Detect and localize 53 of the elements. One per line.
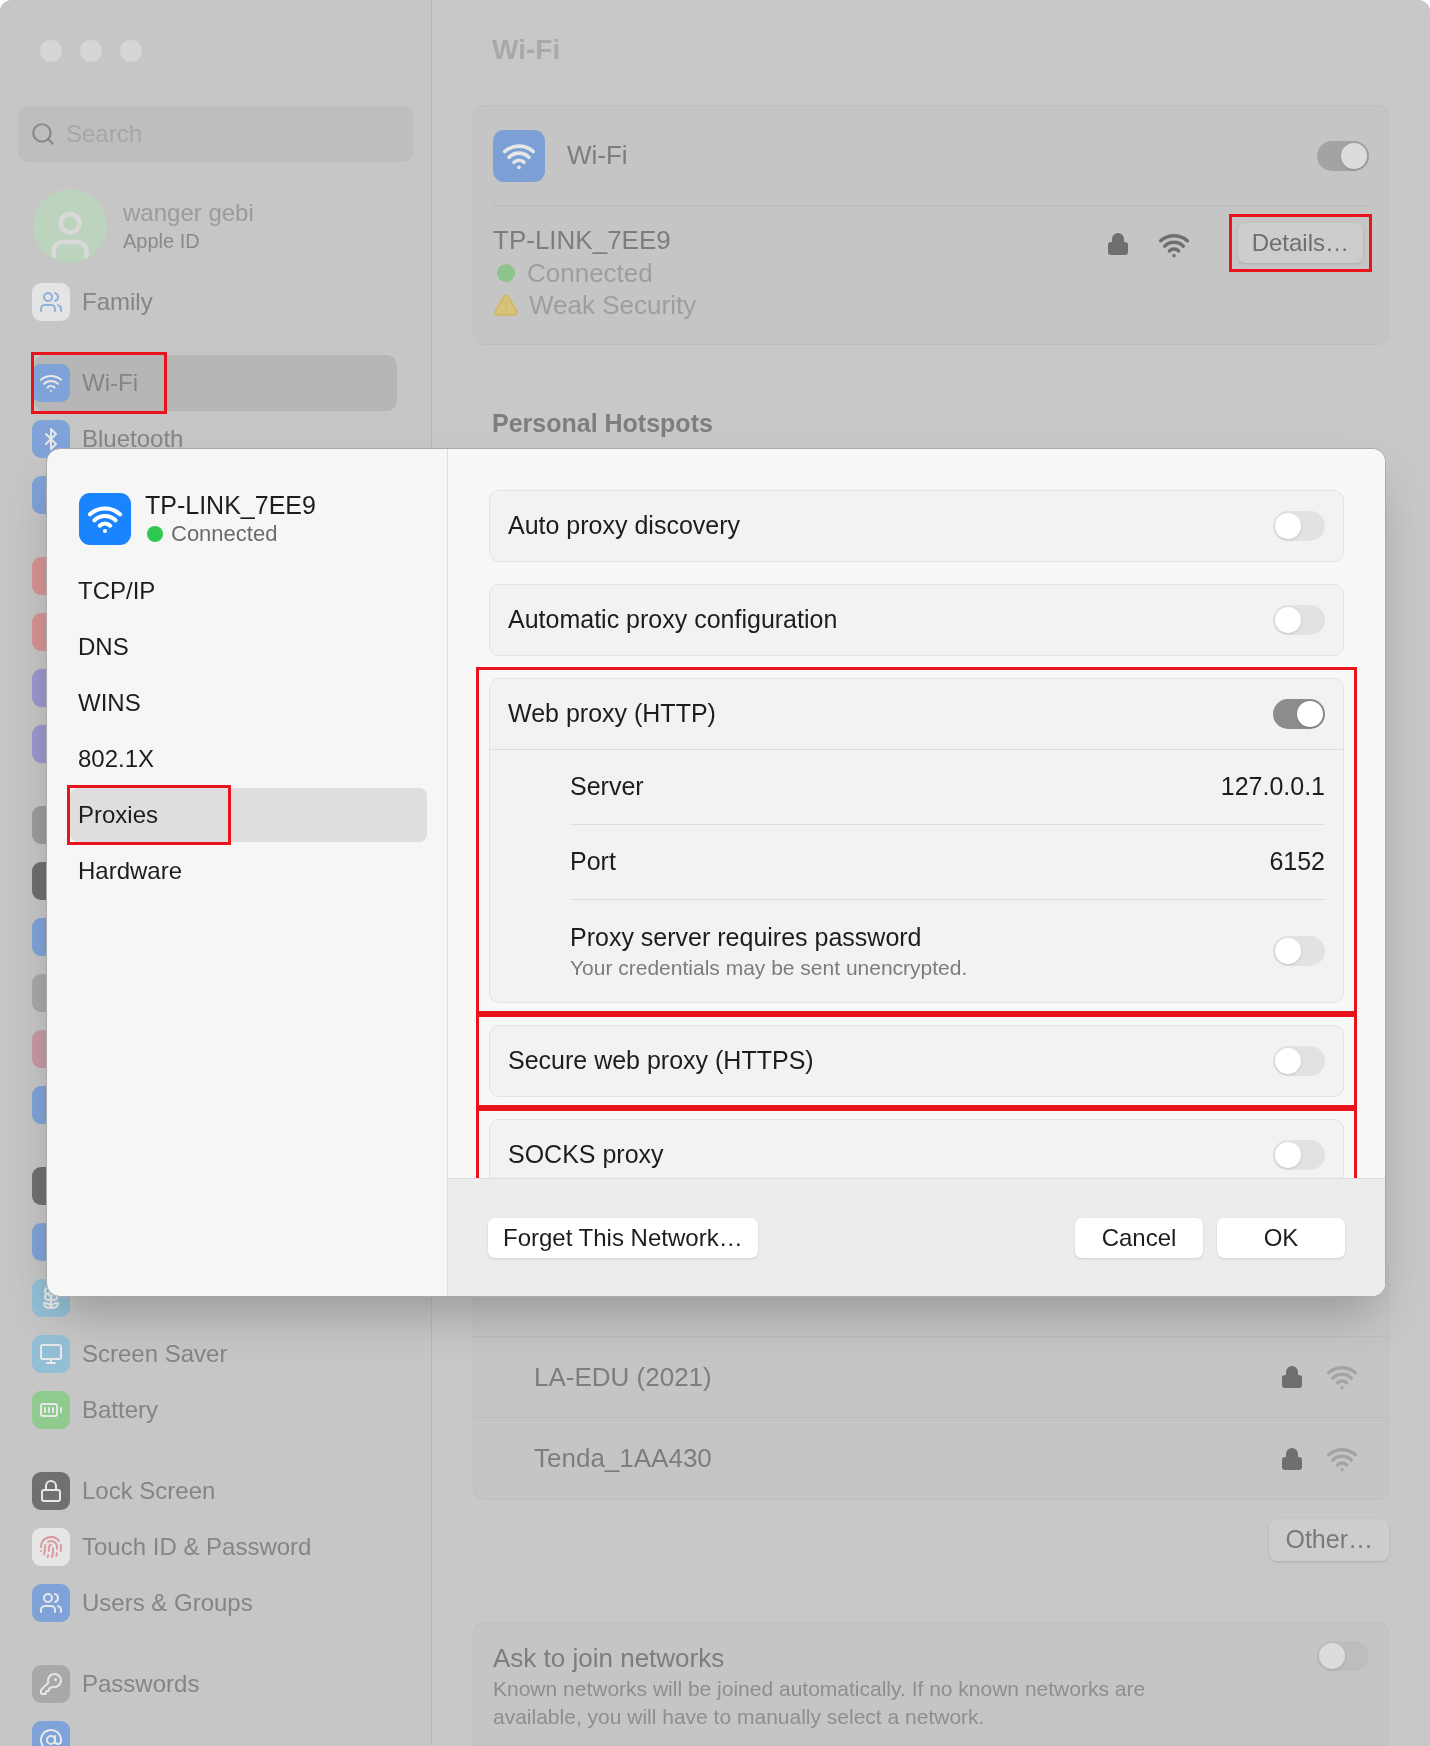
- warning-icon: [493, 292, 519, 318]
- network-row[interactable]: LA-EDU (2021): [474, 1337, 1388, 1418]
- nav-item[interactable]: WINS: [70, 676, 427, 730]
- toggle-switch[interactable]: [1317, 1641, 1369, 1671]
- proxy-label: SOCKS proxy: [508, 1139, 665, 1171]
- account-subtitle: Apple ID: [123, 229, 201, 254]
- toggle-switch[interactable]: [1273, 511, 1325, 541]
- lock-icon: [1105, 231, 1130, 257]
- sidebar-item[interactable]: Screen Saver: [34, 1326, 397, 1382]
- wifi-label: Wi-Fi: [567, 139, 629, 172]
- nav-item[interactable]: TCP/IP: [70, 564, 427, 618]
- nav-item[interactable]: Hardware: [70, 844, 427, 898]
- toggle-switch[interactable]: [1317, 140, 1369, 171]
- lock-icon: [1280, 1445, 1304, 1472]
- toggle-switch[interactable]: [1273, 1046, 1325, 1076]
- network-row[interactable]: Tenda_1AA430: [474, 1418, 1388, 1499]
- toggle-switch[interactable]: [1273, 699, 1325, 729]
- ask-join-label: Ask to join networks: [493, 1642, 726, 1675]
- nav-item[interactable]: DNS: [70, 620, 427, 674]
- forget-network-button[interactable]: Forget This Network…: [488, 1217, 758, 1258]
- field-label: Proxy server requires password: [570, 922, 923, 953]
- wifi-icon: [79, 493, 131, 545]
- details-button[interactable]: Details…: [1237, 223, 1363, 263]
- sidebar-item[interactable]: Family: [34, 274, 397, 330]
- network-status: Connected: [171, 520, 278, 548]
- proxy-label: Auto proxy discovery: [508, 510, 742, 542]
- field-label: Server: [570, 771, 645, 803]
- sidebar-item[interactable]: Users & Groups: [34, 1575, 397, 1631]
- server-value[interactable]: 127.0.0.1: [1220, 768, 1325, 806]
- sidebar-item[interactable]: Passwords: [34, 1656, 397, 1712]
- field-note: Your credentials may be sent unencrypted.: [570, 955, 969, 981]
- other-button[interactable]: Other…: [1269, 1519, 1389, 1561]
- search-icon: [30, 121, 56, 147]
- network-name: TP-LINK_7EE9: [493, 224, 672, 257]
- toggle-switch[interactable]: [1273, 936, 1325, 966]
- proxy-label: Secure web proxy (HTTPS): [508, 1045, 815, 1077]
- proxy-label: Web proxy (HTTP): [508, 698, 717, 730]
- sidebar-item[interactable]: Battery: [34, 1382, 397, 1438]
- network-name: TP-LINK_7EE9: [145, 490, 316, 520]
- lock-icon: [1280, 1364, 1304, 1390]
- nav-item[interactable]: Proxies: [70, 788, 427, 842]
- cancel-button[interactable]: Cancel: [1075, 1217, 1203, 1258]
- proxy-label: Automatic proxy configuration: [508, 604, 839, 636]
- port-value[interactable]: 6152: [1269, 843, 1325, 881]
- toggle-switch[interactable]: [1273, 605, 1325, 635]
- sidebar-item[interactable]: Lock Screen: [34, 1463, 397, 1519]
- toggle-switch[interactable]: [1273, 1140, 1325, 1170]
- ok-button[interactable]: OK: [1217, 1217, 1345, 1258]
- nav-item[interactable]: 802.1X: [70, 732, 427, 786]
- wifi-icon: [493, 129, 545, 182]
- sidebar-item[interactable]: Touch ID & Password: [34, 1519, 397, 1575]
- section-heading: Personal Hotspots: [492, 408, 714, 438]
- field-label: Port: [570, 846, 617, 878]
